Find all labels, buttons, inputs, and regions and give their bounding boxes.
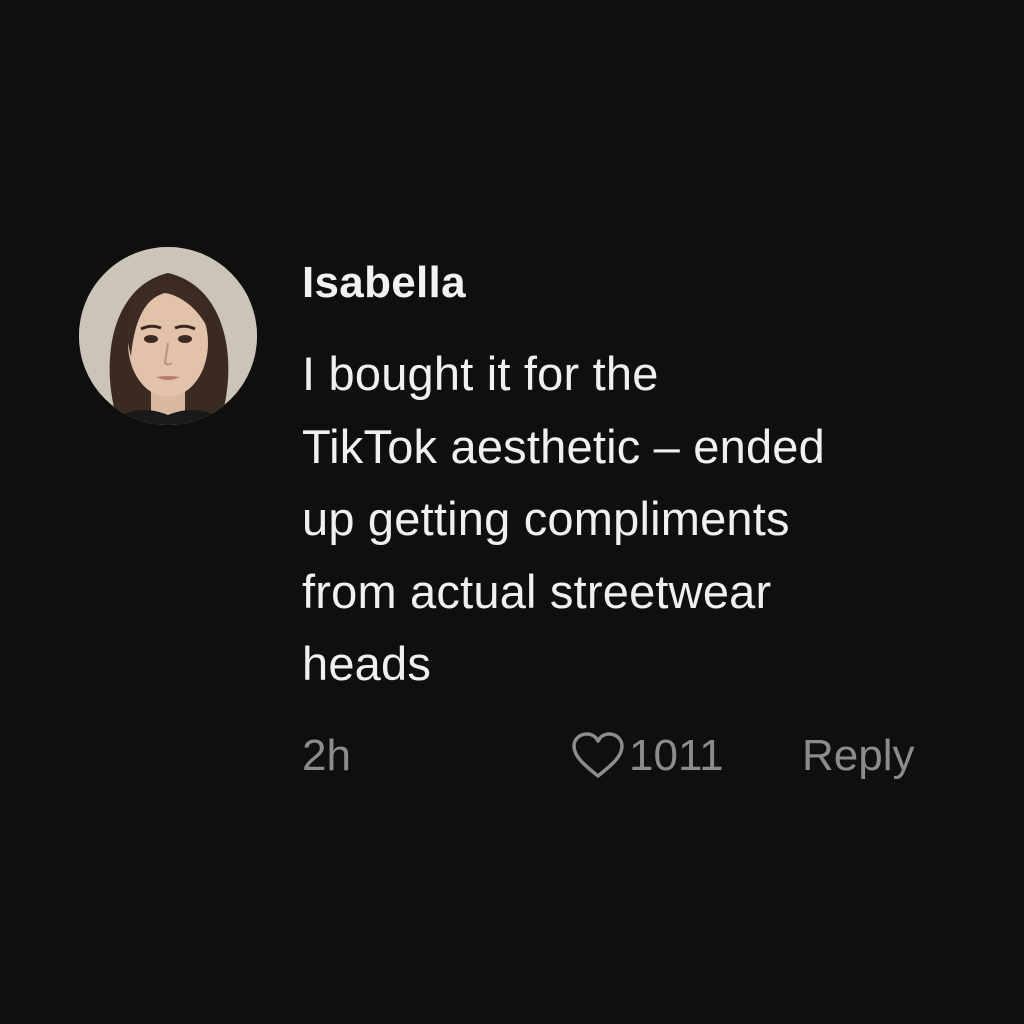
reply-label: Reply [802,731,915,780]
comment-item: Isabella I bought it for the TikTok aest… [0,0,1024,1024]
avatar[interactable] [79,247,257,425]
like-count: 1011 [629,731,724,780]
username[interactable]: Isabella [302,258,466,308]
heart-outline-icon[interactable] [571,732,625,780]
timestamp-label: 2h [302,731,351,780]
comment-text: I bought it for the TikTok aesthetic – e… [302,347,825,690]
avatar-photo [79,247,257,425]
timestamp: 2h [302,726,351,786]
reply-button[interactable]: Reply [802,726,915,786]
like-button[interactable]: 1011 [571,726,724,786]
